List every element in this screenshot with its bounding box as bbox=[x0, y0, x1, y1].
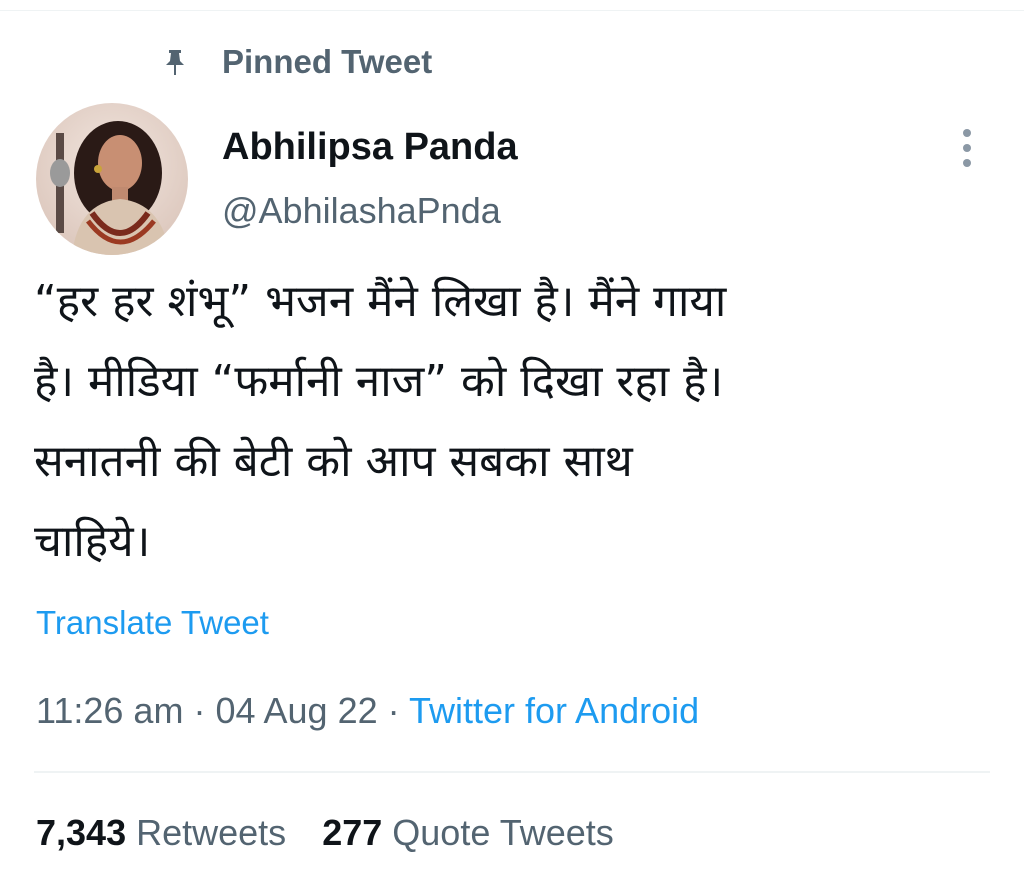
avatar[interactable] bbox=[36, 103, 188, 255]
author-handle[interactable]: @AbhilashaPnda bbox=[222, 190, 501, 232]
retweets-count: 7,343 bbox=[36, 812, 127, 853]
tweet-stats: 7,343 Retweets 277 Quote Tweets bbox=[36, 812, 614, 854]
pinned-tweet-label: Pinned Tweet bbox=[222, 43, 433, 80]
quote-tweets-count: 277 bbox=[322, 812, 383, 853]
tweet-text-line: सनातनी की बेटी को आप सबका साथ bbox=[34, 436, 633, 487]
tweet-source-link[interactable]: Twitter for Android bbox=[409, 690, 699, 731]
quote-tweets-label: Quote Tweets bbox=[392, 812, 614, 853]
meta-separator: · bbox=[193, 690, 206, 731]
stats-divider bbox=[34, 771, 990, 773]
tweet-text-line: है। मीडिया “फर्मानी नाज” को दिखा रहा है। bbox=[34, 356, 724, 407]
tweet-text: “हर हर शंभू” भजन मैंने लिखा है। मैंने गा… bbox=[34, 262, 994, 582]
tweet-text-line: “हर हर शंभू” भजन मैंने लिखा है। मैंने गा… bbox=[34, 276, 727, 327]
author-name[interactable]: Abhilipsa Panda bbox=[222, 126, 518, 169]
top-divider bbox=[0, 10, 1024, 11]
tweet-date[interactable]: 04 Aug 22 bbox=[215, 690, 377, 731]
meta-separator: · bbox=[387, 690, 400, 731]
retweets-label: Retweets bbox=[136, 812, 287, 853]
pin-icon bbox=[160, 47, 190, 77]
more-vertical-icon[interactable] bbox=[952, 125, 982, 171]
pinned-tweet-header: Pinned Tweet bbox=[160, 42, 432, 82]
translate-tweet-link[interactable]: Translate Tweet bbox=[36, 604, 269, 642]
quote-tweets-stat[interactable]: 277 Quote Tweets bbox=[322, 812, 614, 853]
tweet-time[interactable]: 11:26 am bbox=[36, 690, 183, 731]
tweet-text-line: चाहिये। bbox=[34, 516, 151, 567]
retweets-stat[interactable]: 7,343 Retweets bbox=[36, 812, 286, 853]
tweet-metadata: 11:26 am · 04 Aug 22 · Twitter for Andro… bbox=[36, 690, 699, 732]
